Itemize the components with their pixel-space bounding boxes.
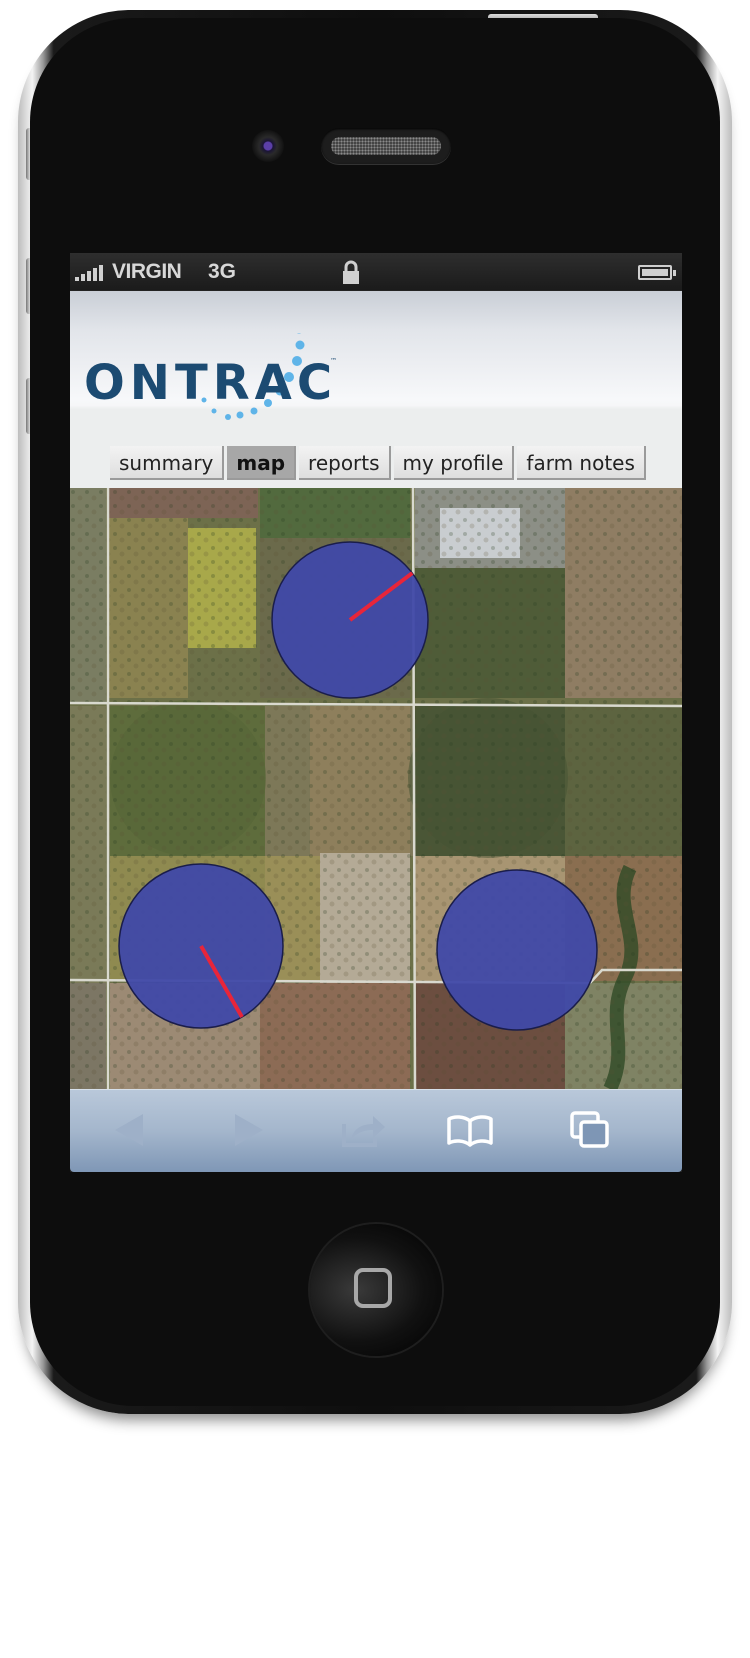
signal-icon — [75, 265, 103, 281]
screen: VIRGIN 3G ONTRAC ™ summary map reports m… — [70, 253, 682, 1172]
share-icon — [342, 1116, 385, 1147]
forward-button[interactable] — [224, 1108, 272, 1152]
share-button[interactable] — [340, 1108, 388, 1152]
tab-reports[interactable]: reports — [299, 446, 391, 480]
forward-arrow-icon — [235, 1114, 263, 1146]
trademark-mark: ™ — [330, 357, 337, 365]
ontrac-logo[interactable]: ONTRAC ™ — [84, 333, 344, 420]
brand-name: ONTRAC — [84, 355, 338, 411]
map-canvas[interactable] — [70, 488, 682, 1089]
status-bar: VIRGIN 3G — [70, 253, 682, 290]
bookmarks-button[interactable] — [446, 1108, 494, 1152]
tab-map[interactable]: map — [227, 446, 297, 480]
book-icon — [447, 1115, 493, 1147]
carrier-name: VIRGIN — [112, 260, 182, 283]
center-pivot-2[interactable] — [118, 863, 284, 1029]
app-header: ONTRAC ™ summary map reports my profile … — [70, 291, 682, 488]
pages-icon — [570, 1111, 609, 1148]
front-camera — [252, 130, 284, 162]
tab-summary[interactable]: summary — [110, 446, 225, 480]
tabs-button[interactable] — [566, 1108, 614, 1152]
pivot-circle[interactable] — [436, 869, 598, 1031]
network-type: 3G — [208, 260, 237, 283]
battery-icon — [638, 265, 676, 280]
tab-farm-notes[interactable]: farm notes — [517, 446, 646, 480]
main-nav-tabs: summary map reports my profile farm note… — [110, 446, 649, 482]
earpiece-speaker — [321, 128, 451, 164]
back-button[interactable] — [106, 1108, 154, 1152]
browser-toolbar — [70, 1089, 682, 1172]
tab-my-profile[interactable]: my profile — [393, 446, 515, 480]
center-pivot-3[interactable] — [436, 869, 598, 1031]
home-button[interactable] — [310, 1224, 442, 1356]
center-pivot-1[interactable] — [271, 541, 429, 699]
lock-icon — [343, 260, 359, 284]
back-arrow-icon — [115, 1114, 143, 1146]
satellite-map[interactable] — [70, 488, 682, 1089]
